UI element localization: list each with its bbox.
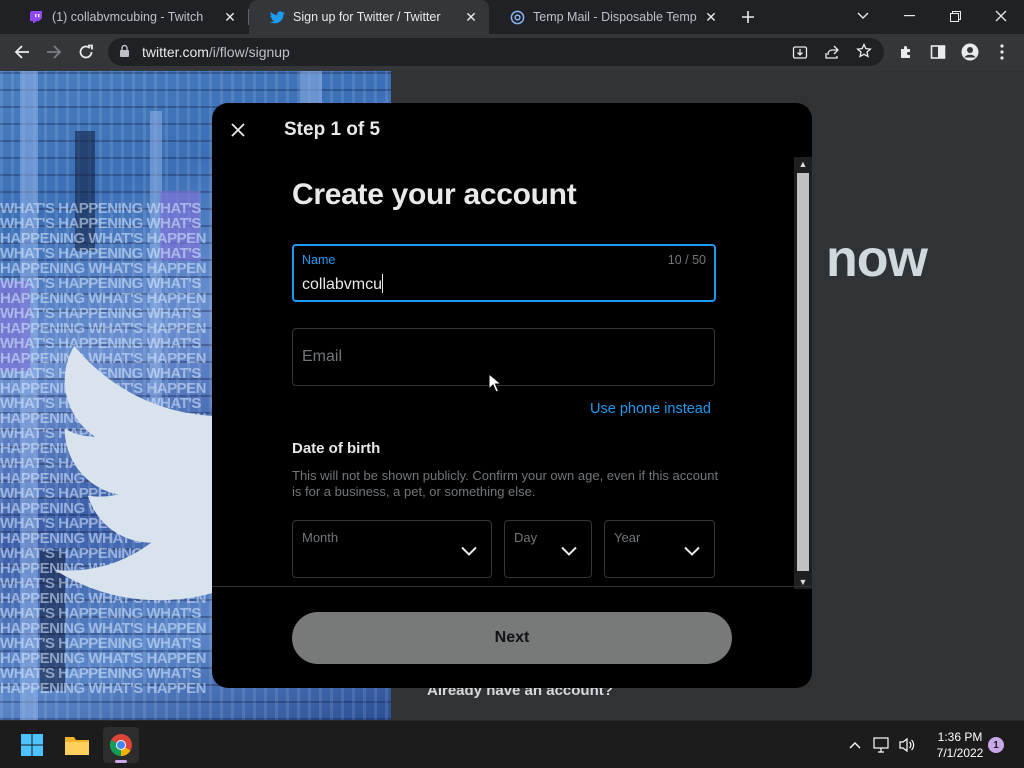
browser-tab-strip: (1) collabvmcubing - Twitch ✕ Sign up fo… bbox=[0, 0, 1024, 34]
at-sign-icon bbox=[509, 9, 525, 25]
twitch-icon bbox=[28, 9, 44, 25]
day-select[interactable]: Day bbox=[504, 520, 592, 578]
email-placeholder: Email bbox=[302, 348, 343, 365]
name-label: Name bbox=[302, 253, 336, 267]
day-label: Day bbox=[514, 530, 538, 545]
month-select[interactable]: Month bbox=[292, 520, 492, 578]
menu-kebab-icon[interactable] bbox=[988, 38, 1016, 66]
share-icon[interactable] bbox=[824, 44, 840, 65]
twitter-signup-page: WHAT'S HAPPENING WHAT'S WHAT'S HAPPENING … bbox=[0, 71, 1024, 720]
url-text: twitter.com/i/flow/signup bbox=[142, 44, 290, 60]
name-character-counter: 10 / 50 bbox=[667, 253, 706, 267]
footer-divider bbox=[212, 586, 812, 587]
bookmark-star-icon[interactable] bbox=[856, 42, 872, 64]
tab-close-icon[interactable]: ✕ bbox=[463, 9, 479, 25]
browser-toolbar: twitter.com/i/flow/signup bbox=[0, 34, 1024, 71]
name-field[interactable]: Name 10 / 50 collabvmcu bbox=[292, 244, 716, 302]
new-tab-icon[interactable] bbox=[734, 3, 762, 31]
year-select[interactable]: Year bbox=[604, 520, 715, 578]
clock[interactable]: 1:36 PM 7/1/2022 bbox=[930, 729, 990, 761]
page-title: Create your account bbox=[292, 178, 577, 211]
chevron-down-icon bbox=[561, 543, 577, 561]
restore-icon[interactable] bbox=[932, 0, 978, 32]
tab-temp-mail[interactable]: Temp Mail - Disposable Tempora ✕ bbox=[489, 0, 729, 34]
email-field[interactable]: Email bbox=[292, 328, 715, 386]
next-button[interactable]: Next bbox=[292, 612, 732, 664]
background-heading: now bbox=[826, 230, 928, 288]
date-of-birth-description: This will not be shown publicly. Confirm… bbox=[292, 468, 719, 499]
mouse-pointer-icon bbox=[488, 373, 502, 393]
tab-title: Sign up for Twitter / Twitter bbox=[293, 10, 441, 24]
address-bar[interactable]: twitter.com/i/flow/signup bbox=[108, 38, 884, 66]
tab-twitter-signup[interactable]: Sign up for Twitter / Twitter ✕ bbox=[249, 0, 489, 34]
extensions-puzzle-icon[interactable] bbox=[892, 38, 920, 66]
forward-arrow-icon[interactable] bbox=[40, 38, 68, 66]
volume-icon[interactable] bbox=[897, 735, 917, 755]
use-phone-instead-link[interactable]: Use phone instead bbox=[590, 401, 711, 417]
file-explorer-icon[interactable] bbox=[59, 727, 95, 763]
tab-search-chevron-icon[interactable] bbox=[840, 0, 886, 32]
windows-taskbar: 1:36 PM 7/1/2022 1 bbox=[0, 720, 1024, 768]
back-arrow-icon[interactable] bbox=[8, 38, 36, 66]
scroll-up-arrow-icon[interactable]: ▲ bbox=[794, 157, 812, 171]
chrome-taskbar-icon[interactable] bbox=[103, 727, 139, 763]
tab-title: Temp Mail - Disposable Tempora bbox=[533, 10, 697, 24]
install-app-icon[interactable] bbox=[792, 44, 808, 65]
date-of-birth-heading: Date of birth bbox=[292, 440, 381, 457]
reload-icon[interactable] bbox=[72, 38, 100, 66]
clock-time: 1:36 PM bbox=[937, 730, 983, 744]
name-input[interactable]: collabvmcu bbox=[302, 274, 384, 294]
month-label: Month bbox=[302, 530, 339, 545]
modal-scrollbar[interactable]: ▲ ▼ bbox=[794, 157, 812, 589]
minimize-icon[interactable] bbox=[886, 0, 932, 32]
text-caret bbox=[382, 274, 384, 293]
notification-badge[interactable]: 1 bbox=[988, 737, 1004, 753]
close-icon[interactable] bbox=[225, 117, 251, 143]
scrollbar-thumb[interactable] bbox=[797, 173, 809, 571]
signup-modal: Step 1 of 5 Create your account Name 10 … bbox=[212, 103, 812, 688]
step-indicator: Step 1 of 5 bbox=[284, 119, 381, 140]
tab-twitch[interactable]: (1) collabvmcubing - Twitch ✕ bbox=[8, 0, 248, 34]
close-window-icon[interactable] bbox=[978, 0, 1024, 32]
year-label: Year bbox=[614, 530, 641, 545]
tab-close-icon[interactable]: ✕ bbox=[222, 9, 238, 25]
tray-chevron-up-icon[interactable] bbox=[845, 735, 865, 755]
tab-title: (1) collabvmcubing - Twitch bbox=[52, 10, 204, 24]
chevron-down-icon bbox=[684, 543, 700, 561]
clock-date: 7/1/2022 bbox=[936, 746, 984, 760]
profile-avatar-icon[interactable] bbox=[956, 38, 984, 66]
active-app-indicator bbox=[115, 760, 127, 763]
chevron-down-icon bbox=[461, 543, 477, 561]
network-icon[interactable] bbox=[872, 735, 892, 755]
tab-close-icon[interactable]: ✕ bbox=[703, 9, 719, 25]
side-panel-icon[interactable] bbox=[924, 38, 952, 66]
windows-start-icon[interactable] bbox=[14, 727, 50, 763]
twitter-bird-icon bbox=[269, 9, 285, 25]
lock-icon[interactable] bbox=[119, 44, 130, 63]
